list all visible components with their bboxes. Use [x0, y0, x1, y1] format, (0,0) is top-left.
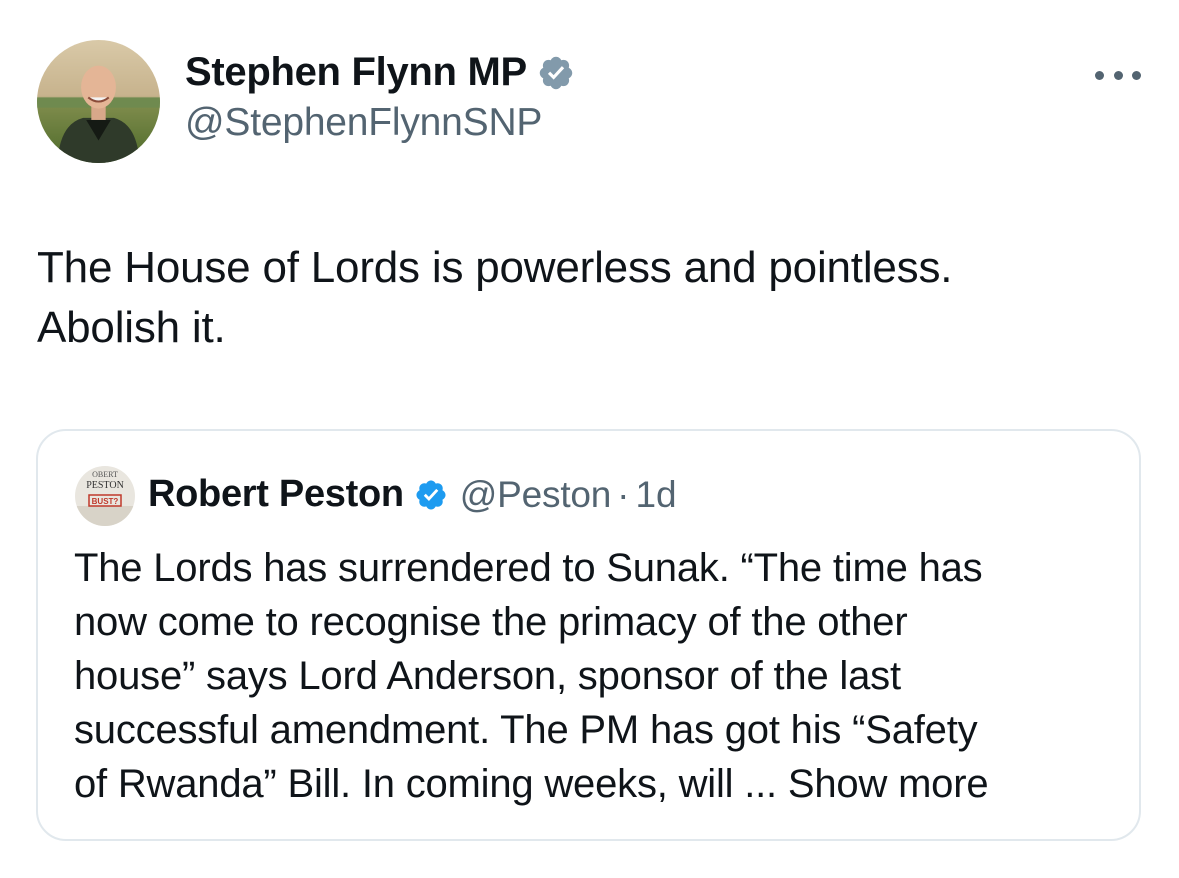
- verified-badge-icon: [539, 56, 573, 89]
- quoted-text-line: now come to recognise the primacy of the…: [74, 600, 908, 644]
- quoted-text-line-start: of Rwanda” Bill. In coming weeks, will .…: [74, 762, 788, 806]
- avatar-top-text: OBERT: [92, 470, 118, 479]
- author-name-row[interactable]: Stephen Flynn MP: [185, 50, 575, 95]
- avatar-stamp-text: BUST?: [92, 497, 119, 506]
- quoted-avatar[interactable]: OBERT PESTON BUST?: [75, 466, 135, 526]
- quoted-tweet-text: The Lords has surrendered to Sunak. “The…: [74, 541, 1114, 811]
- more-dot: [1132, 70, 1141, 80]
- tweet-text-line: Abolish it.: [37, 303, 226, 352]
- show-more-link[interactable]: Show more: [788, 762, 989, 806]
- more-dot: [1095, 70, 1104, 80]
- verified-badge-icon: [416, 479, 446, 510]
- more-dot: [1113, 70, 1123, 80]
- avatar[interactable]: [37, 40, 160, 163]
- more-horizontal-icon[interactable]: [1095, 62, 1141, 88]
- tweet-text-line: The House of Lords is powerless and poin…: [37, 243, 953, 292]
- author-handle[interactable]: @StephenFlynnSNP: [185, 101, 542, 145]
- quoted-timestamp[interactable]: 1d: [635, 474, 676, 516]
- quoted-handle[interactable]: @Peston: [460, 474, 612, 516]
- avatar-photo: [37, 40, 160, 163]
- quoted-text-line: The Lords has surrendered to Sunak. “The…: [74, 546, 983, 590]
- tweet-text: The House of Lords is powerless and poin…: [37, 238, 1137, 358]
- quoted-text-line: house” says Lord Anderson, sponsor of th…: [74, 654, 901, 698]
- separator-dot: ·: [617, 473, 630, 515]
- quoted-display-name[interactable]: Robert Peston: [148, 473, 404, 516]
- quoted-text-line: successful amendment. The PM has got his…: [74, 708, 978, 752]
- quoted-tweet-card[interactable]: OBERT PESTON BUST? Robert Peston @Peston…: [36, 429, 1141, 841]
- book-cover-avatar: OBERT PESTON BUST?: [75, 466, 135, 526]
- quoted-text-line: of Rwanda” Bill. In coming weeks, will .…: [74, 757, 1114, 811]
- avatar-title-text: PESTON: [86, 480, 124, 491]
- author-display-name[interactable]: Stephen Flynn MP: [185, 50, 527, 95]
- quoted-header: Robert Peston @Peston · 1d: [148, 473, 677, 516]
